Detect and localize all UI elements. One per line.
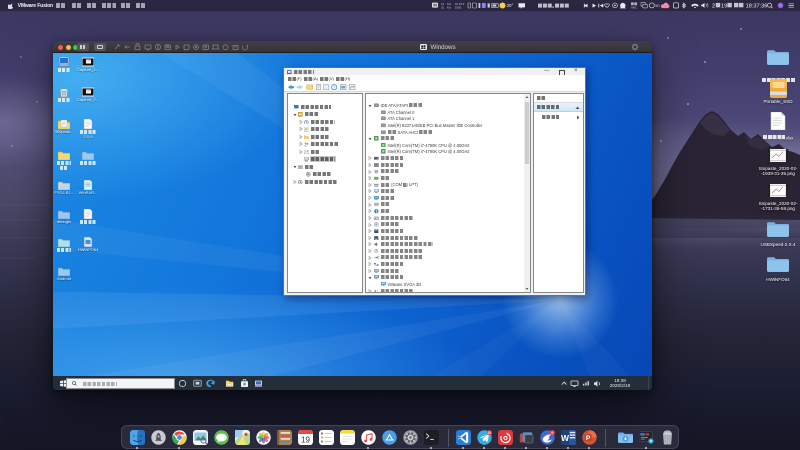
svg-text:2: 2 [712, 3, 715, 9]
svg-text:W: W [561, 433, 570, 443]
svg-text:1903: 1903 [455, 6, 462, 10]
svg-text:20°: 20° [507, 3, 514, 8]
svg-text:18:37:36: 18:37:36 [746, 3, 768, 9]
svg-text:5G: 5G [655, 4, 660, 8]
svg-text:31: 31 [441, 6, 445, 10]
svg-text:P: P [585, 435, 590, 442]
svg-text:48: 48 [487, 431, 491, 435]
svg-text:19: 19 [301, 436, 310, 445]
svg-text:K/s: K/s [447, 6, 452, 10]
svg-text:19: 19 [721, 3, 727, 9]
svg-text:9: 9 [551, 431, 553, 435]
svg-text:ABC: ABC [631, 6, 637, 10]
